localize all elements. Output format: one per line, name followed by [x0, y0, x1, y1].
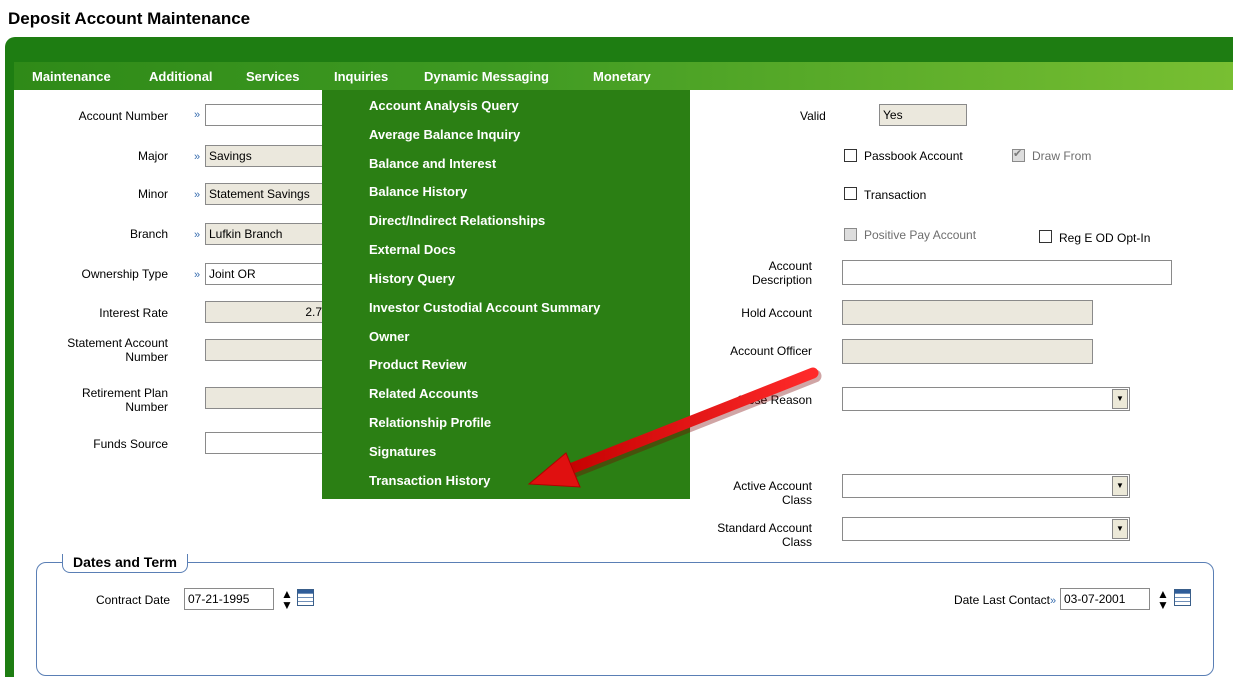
chevron-right-icon: »: [194, 189, 201, 201]
chevron-right-icon: »: [194, 229, 201, 241]
statement-account-number-field[interactable]: [205, 339, 335, 361]
menu-maintenance[interactable]: Maintenance: [32, 69, 111, 84]
calendar-icon[interactable]: [1174, 589, 1191, 606]
hold-account-label: Hold Account: [741, 306, 812, 320]
standard-account-class-label-line1: Standard Account: [717, 521, 812, 535]
draw-from-label: Draw From: [1032, 149, 1092, 163]
transaction-checkbox[interactable]: [844, 187, 857, 200]
account-description-input[interactable]: [842, 260, 1172, 285]
menu-item-external-docs[interactable]: External Docs: [369, 242, 456, 257]
page-title: Deposit Account Maintenance: [8, 9, 251, 28]
ownership-type-label: Ownership Type: [81, 267, 169, 281]
date-spinner-icon[interactable]: ▲ ▼: [1157, 588, 1169, 611]
valid-field: Yes: [879, 104, 967, 126]
account-number-label: Account Number: [78, 109, 168, 123]
contract-date-input[interactable]: 07-21-1995: [184, 588, 274, 610]
menu-item-account-analysis-query[interactable]: Account Analysis Query: [369, 98, 519, 113]
retirement-plan-label: Retirement Plan Number: [30, 386, 168, 414]
hold-account-field[interactable]: [842, 300, 1093, 325]
passbook-account-label: Passbook Account: [864, 149, 963, 163]
contract-date-label: Contract Date: [95, 593, 170, 607]
interest-rate-label: Interest Rate: [99, 306, 168, 320]
date-last-contact-label: Date Last Contact: [953, 593, 1050, 607]
menu-item-signatures[interactable]: Signatures: [369, 444, 436, 459]
retirement-plan-label-line1: Retirement Plan: [81, 386, 168, 400]
menu-additional[interactable]: Additional: [149, 69, 213, 84]
reg-e-od-optin-label: Reg E OD Opt-In: [1059, 231, 1151, 245]
account-description-label: Account Description: [690, 259, 812, 287]
funds-source-label: Funds Source: [93, 437, 168, 451]
active-account-class-select[interactable]: ▼: [842, 474, 1130, 498]
funds-source-field[interactable]: [205, 432, 335, 454]
close-reason-select[interactable]: ▼: [842, 387, 1130, 411]
menu-services[interactable]: Services: [246, 69, 300, 84]
menu-item-transaction-history[interactable]: Transaction History: [369, 473, 490, 488]
date-spinner-icon[interactable]: ▲ ▼: [281, 588, 293, 611]
account-description-label-line1: Account: [768, 259, 812, 273]
draw-from-checkbox: [1012, 147, 1025, 162]
menu-inquiries[interactable]: Inquiries: [334, 69, 388, 84]
menu-item-product-review[interactable]: Product Review: [369, 357, 467, 372]
branch-field[interactable]: Lufkin Branch: [205, 223, 335, 245]
minor-label: Minor: [137, 187, 168, 201]
menu-bar: Maintenance Additional Services Inquirie…: [14, 62, 1233, 90]
chevron-right-icon: »: [194, 109, 201, 121]
chevron-right-icon: »: [194, 151, 201, 163]
menu-dynamic-messaging[interactable]: Dynamic Messaging: [424, 69, 549, 84]
account-officer-label: Account Officer: [730, 344, 812, 358]
statement-account-label: Statement Account Number: [30, 336, 168, 364]
account-description-label-line2: Description: [751, 273, 812, 287]
major-label: Major: [137, 149, 168, 163]
retirement-plan-number-field[interactable]: [205, 387, 335, 409]
chevron-right-icon: »: [194, 269, 201, 281]
account-officer-field[interactable]: [842, 339, 1093, 364]
passbook-account-checkbox[interactable]: [844, 149, 857, 162]
menu-item-relationship-profile[interactable]: Relationship Profile: [369, 415, 491, 430]
dates-and-term-group: [36, 562, 1214, 676]
menu-item-balance-and-interest[interactable]: Balance and Interest: [369, 156, 496, 171]
chevron-right-icon: »: [1050, 595, 1057, 607]
transaction-label: Transaction: [864, 188, 927, 202]
calendar-icon[interactable]: [297, 589, 314, 606]
reg-e-od-optin-checkbox[interactable]: [1039, 230, 1052, 243]
menu-item-average-balance-inquiry[interactable]: Average Balance Inquiry: [369, 127, 520, 142]
minor-field[interactable]: Statement Savings: [205, 183, 335, 205]
branch-label: Branch: [129, 227, 168, 241]
chevron-down-icon[interactable]: ▼: [1112, 476, 1128, 496]
standard-account-class-label: Standard Account Class: [680, 521, 812, 549]
menu-monetary[interactable]: Monetary: [593, 69, 651, 84]
date-last-contact-input[interactable]: 03-07-2001: [1060, 588, 1150, 610]
menu-item-direct-indirect-relationships[interactable]: Direct/Indirect Relationships: [369, 213, 545, 228]
valid-label: Valid: [800, 109, 826, 123]
dates-and-term-legend: Dates and Term: [62, 554, 188, 573]
menu-item-owner[interactable]: Owner: [369, 329, 409, 344]
menu-item-history-query[interactable]: History Query: [369, 271, 455, 286]
statement-account-label-line2: Number: [125, 350, 168, 364]
statement-account-label-line1: Statement Account: [67, 336, 168, 350]
menu-item-investor-custodial-account-summary[interactable]: Investor Custodial Account Summary: [369, 300, 600, 315]
positive-pay-checkbox: [844, 228, 857, 241]
chevron-down-icon[interactable]: ▼: [1112, 389, 1128, 409]
red-arrow-annotation-icon: [527, 367, 822, 488]
menu-item-balance-history[interactable]: Balance History: [369, 184, 467, 199]
standard-account-class-select[interactable]: ▼: [842, 517, 1130, 541]
menu-item-related-accounts[interactable]: Related Accounts: [369, 386, 478, 401]
major-field[interactable]: Savings: [205, 145, 335, 167]
positive-pay-label: Positive Pay Account: [864, 228, 977, 242]
account-number-input[interactable]: [205, 104, 335, 126]
interest-rate-field[interactable]: 2.7: [205, 301, 335, 323]
retirement-plan-label-line2: Number: [125, 400, 168, 414]
standard-account-class-label-line2: Class: [781, 535, 812, 549]
ownership-type-field[interactable]: Joint OR: [205, 263, 335, 285]
chevron-down-icon[interactable]: ▼: [1112, 519, 1128, 539]
